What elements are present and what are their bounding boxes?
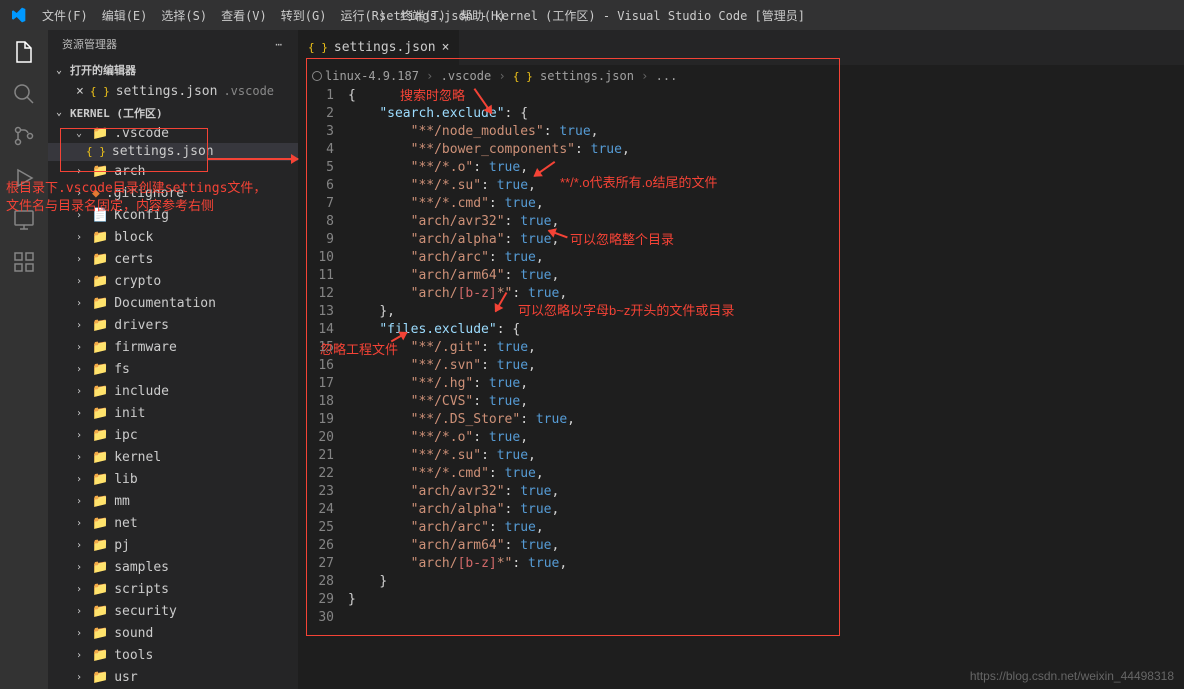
folder-icon: 📁 bbox=[92, 582, 108, 597]
folder-item[interactable]: ›📁sound bbox=[48, 623, 298, 645]
open-editor-item[interactable]: × { } settings.json .vscode bbox=[48, 82, 298, 100]
editor-area: { } settings.json × linux-4.9.187 › .vsc… bbox=[298, 30, 1184, 689]
folder-icon: 📁 bbox=[92, 494, 108, 509]
activity-bar bbox=[0, 30, 48, 689]
folder-icon: 📁 bbox=[92, 670, 108, 685]
annotation-search-ignore: 搜索时忽略 bbox=[400, 85, 465, 104]
folder-item[interactable]: ›📁Documentation bbox=[48, 293, 298, 315]
open-editors-section[interactable]: ⌄打开的编辑器 bbox=[48, 58, 298, 82]
folder-icon: 📁 bbox=[92, 450, 108, 465]
folder-item[interactable]: ›📁tools bbox=[48, 645, 298, 667]
folder-icon: 📁 bbox=[92, 648, 108, 663]
sidebar-header: 资源管理器 ⋯ bbox=[48, 30, 298, 58]
more-icon[interactable]: ⋯ bbox=[275, 38, 284, 51]
search-icon[interactable] bbox=[12, 82, 36, 106]
breadcrumb[interactable]: linux-4.9.187 › .vscode › { } settings.j… bbox=[298, 65, 1184, 87]
folder-icon: 📁 bbox=[92, 340, 108, 355]
folder-item[interactable]: ›📁security bbox=[48, 601, 298, 623]
sidebar: 资源管理器 ⋯ ⌄打开的编辑器 × { } settings.json .vsc… bbox=[48, 30, 298, 689]
folder-item[interactable]: ›📁fs bbox=[48, 359, 298, 381]
folder-item[interactable]: ›📁init bbox=[48, 403, 298, 425]
folder-icon: 📁 bbox=[92, 516, 108, 531]
folder-icon: 📁 bbox=[92, 406, 108, 421]
folder-item[interactable]: ›📁kernel bbox=[48, 447, 298, 469]
tab-settings-json[interactable]: { } settings.json × bbox=[298, 30, 460, 65]
folder-icon: 📁 bbox=[92, 126, 108, 141]
annotation-bz-files: 可以忽略以字母b~z开头的文件或目录 bbox=[518, 300, 734, 319]
menu-item[interactable]: 转到(G) bbox=[274, 7, 334, 24]
folder-icon: 📁 bbox=[92, 274, 108, 289]
folder-item[interactable]: ›📁certs bbox=[48, 249, 298, 271]
folder-icon: 📁 bbox=[92, 362, 108, 377]
extensions-icon[interactable] bbox=[12, 250, 36, 274]
folder-icon: 📁 bbox=[92, 428, 108, 443]
code-content[interactable]: { "search.exclude": { "**/node_modules":… bbox=[348, 87, 1184, 689]
folder-icon: 📁 bbox=[92, 296, 108, 311]
folder-icon: 📁 bbox=[92, 538, 108, 553]
folder-icon: 📁 bbox=[92, 626, 108, 641]
folder-item[interactable]: ›📁pj bbox=[48, 535, 298, 557]
folder-icon: 📁 bbox=[92, 230, 108, 245]
folder-item[interactable]: ›📁scripts bbox=[48, 579, 298, 601]
folder-item[interactable]: ›📁drivers bbox=[48, 315, 298, 337]
folder-vscode[interactable]: ⌄📁.vscode bbox=[48, 125, 298, 143]
folder-item[interactable]: ›📁crypto bbox=[48, 271, 298, 293]
explorer-icon[interactable] bbox=[12, 40, 36, 64]
annotation-root-note: 根目录下.vscode目录创建settings文件， 文件名与目录名固定，内容参… bbox=[6, 180, 266, 216]
folder-icon: 📁 bbox=[92, 560, 108, 575]
menu-item[interactable]: 查看(V) bbox=[214, 7, 274, 24]
annotation-project-files: 忽略工程文件 bbox=[320, 339, 398, 358]
menu-item[interactable]: 文件(F) bbox=[35, 7, 95, 24]
folder-icon: 📁 bbox=[92, 252, 108, 267]
folder-item[interactable]: ›📁usr bbox=[48, 667, 298, 689]
json-icon: { } bbox=[90, 85, 110, 98]
folder-item[interactable]: ›📁firmware bbox=[48, 337, 298, 359]
close-tab-icon[interactable]: × bbox=[442, 40, 450, 55]
folder-icon: 📁 bbox=[92, 164, 108, 179]
json-icon: { } bbox=[308, 41, 328, 54]
breadcrumb-icon bbox=[312, 71, 322, 81]
folder-item[interactable]: ›📁ipc bbox=[48, 425, 298, 447]
folder-icon: 📁 bbox=[92, 472, 108, 487]
folder-icon: 📁 bbox=[92, 604, 108, 619]
sidebar-title: 资源管理器 bbox=[62, 36, 117, 52]
vscode-logo-icon bbox=[0, 7, 35, 23]
folder-item[interactable]: ›📁mm bbox=[48, 491, 298, 513]
line-numbers: 1234567891011121314151617181920212223242… bbox=[298, 87, 348, 689]
folder-item[interactable]: ›📁net bbox=[48, 513, 298, 535]
code-editor[interactable]: 1234567891011121314151617181920212223242… bbox=[298, 87, 1184, 689]
folder-icon: 📁 bbox=[92, 384, 108, 399]
menu-item[interactable]: 选择(S) bbox=[154, 7, 214, 24]
annotation-whole-dir: 可以忽略整个目录 bbox=[570, 229, 674, 248]
tab-bar: { } settings.json × bbox=[298, 30, 1184, 65]
arrow-icon bbox=[208, 158, 298, 160]
folder-icon: 📁 bbox=[92, 318, 108, 333]
folder-item[interactable]: ›📁samples bbox=[48, 557, 298, 579]
menu-item[interactable]: 编辑(E) bbox=[95, 7, 155, 24]
json-icon: { } bbox=[86, 145, 106, 158]
close-icon[interactable]: × bbox=[76, 84, 84, 99]
annotation-o-files: **/*.o代表所有.o结尾的文件 bbox=[560, 172, 717, 191]
folder-item[interactable]: ›📁include bbox=[48, 381, 298, 403]
folder-item[interactable]: ›📁lib bbox=[48, 469, 298, 491]
folder-item[interactable]: ›📁block bbox=[48, 227, 298, 249]
titlebar: 文件(F)编辑(E)选择(S)查看(V)转到(G)运行(R)终端(T)帮助(H)… bbox=[0, 0, 1184, 30]
window-title: settings.json - kernel (工作区) - Visual St… bbox=[379, 7, 805, 24]
source-control-icon[interactable] bbox=[12, 124, 36, 148]
watermark: https://blog.csdn.net/weixin_44498318 bbox=[970, 669, 1174, 683]
workspace-section[interactable]: ⌄KERNEL (工作区) bbox=[48, 101, 298, 125]
